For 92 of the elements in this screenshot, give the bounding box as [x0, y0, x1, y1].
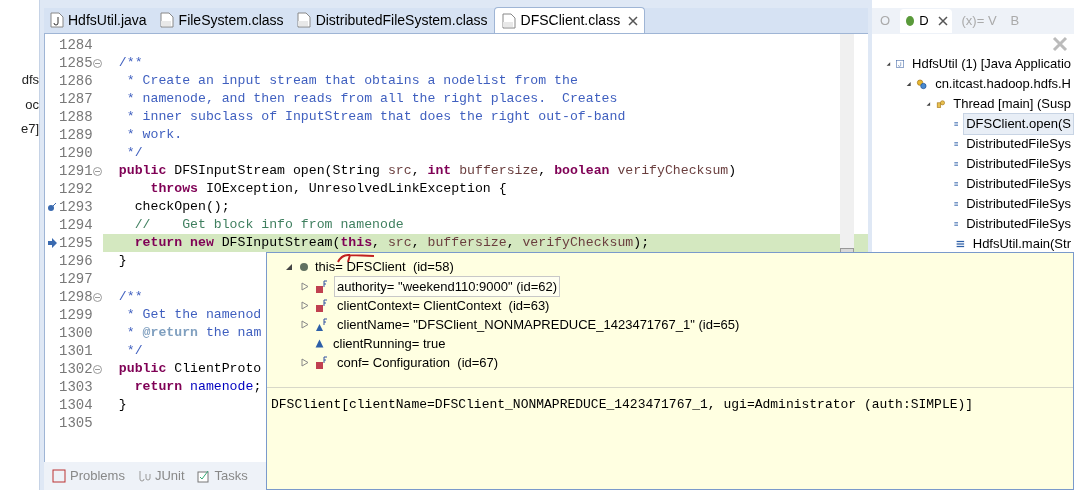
- debug-tree-item[interactable]: DistributedFileSys: [963, 153, 1074, 175]
- class-file-icon: [158, 12, 175, 28]
- object-dot-icon: [299, 262, 309, 272]
- code-line: public ClientProto: [117, 360, 262, 378]
- annotation-arrow: [336, 252, 376, 264]
- line-number: 1298: [59, 288, 93, 306]
- line-number: 1303: [59, 378, 93, 396]
- variable-item[interactable]: authority= "weekend110:9000" (id=62): [334, 275, 561, 298]
- fold-icon[interactable]: [93, 292, 102, 302]
- editor-tab[interactable]: HdfsUtil.java: [44, 7, 153, 33]
- close-icon[interactable]: [628, 15, 639, 26]
- java-file-icon: [50, 12, 64, 28]
- code-line: /**: [117, 54, 143, 72]
- line-number: 1300: [59, 324, 93, 342]
- line-number: 1302: [59, 360, 93, 378]
- package-final-field-icon: [315, 317, 328, 332]
- code-line: return namenode;: [133, 378, 262, 396]
- line-number: 1297: [59, 270, 93, 288]
- junit-icon: [136, 469, 151, 483]
- stack-frame-icon: [956, 238, 965, 250]
- code-line: }: [117, 396, 127, 414]
- code-line: throws IOException, UnresolvedLinkException {: [149, 180, 507, 198]
- tasks-icon: [196, 469, 211, 483]
- fold-icon[interactable]: [93, 58, 102, 68]
- line-number: 1292: [59, 180, 93, 198]
- package-field-icon: [315, 339, 324, 348]
- editor-tab[interactable]: DFSClient.class: [493, 7, 646, 33]
- private-final-field-icon: [315, 298, 328, 313]
- expanded-triangle-icon[interactable]: [886, 60, 891, 68]
- view-tab[interactable]: D: [900, 9, 952, 33]
- code-line: * Create an input stream that obtains a nodelist from the: [125, 72, 578, 90]
- class-file-icon: [500, 12, 517, 29]
- code-line: * @return the nam: [125, 324, 262, 342]
- line-number: 1293: [59, 198, 93, 216]
- collapsed-triangle-icon[interactable]: [301, 358, 309, 367]
- fold-icon[interactable]: [93, 166, 102, 176]
- line-number: 1284: [59, 36, 93, 54]
- private-final-field-icon: [315, 279, 328, 294]
- debug-tree-item[interactable]: HdfsUtil.main(Str: [969, 233, 1074, 255]
- collapsed-triangle-icon[interactable]: [301, 301, 309, 310]
- line-number: 1295: [59, 234, 93, 252]
- editor-tab[interactable]: DistributedFileSystem.class: [289, 7, 494, 33]
- variable-item[interactable]: this= DFSClient (id=58): [315, 257, 454, 277]
- code-line: * inner subclass of InputStream that does the right out-of-band: [125, 108, 626, 126]
- line-number: 1291: [59, 162, 93, 180]
- code-line: // Get block info from namenode: [133, 216, 404, 234]
- line-number: 1305: [59, 414, 93, 432]
- code-line: */: [125, 144, 143, 162]
- line-number: 1289: [59, 126, 93, 144]
- code-line: /**: [117, 288, 143, 306]
- private-final-field-icon: [315, 355, 328, 370]
- detail-text: DFSClient[clientName=DFSClient_NONMAPREDUCE_1423471767_1, ugi=Administrator (auth:SIMPLE)]: [271, 397, 974, 412]
- debug-tree-item[interactable]: HdfsUtil (1) [Java Applicatio: [909, 53, 1074, 75]
- line-number: 1287: [59, 90, 93, 108]
- code-line: public DFSInputStream open(String src, int buffersize, boolean verifyChecksum): [117, 162, 737, 180]
- close-icon[interactable]: [937, 16, 948, 26]
- fold-icon[interactable]: [93, 364, 102, 374]
- line-number: 1304: [59, 396, 93, 414]
- expanded-triangle-icon[interactable]: [285, 263, 293, 271]
- debug-tree-item[interactable]: DistributedFileSys: [963, 133, 1074, 155]
- debug-tree-item[interactable]: DistributedFileSys: [963, 173, 1074, 195]
- collapsed-triangle-icon[interactable]: [301, 320, 309, 329]
- code-line: * Get the namenod: [125, 306, 262, 324]
- java-app-icon: [895, 57, 905, 71]
- line-number: 1285: [59, 54, 93, 72]
- debug-tree-item[interactable]: Thread [main] (Susp: [950, 93, 1074, 115]
- explorer-item[interactable]: dfs: [21, 70, 39, 90]
- code-line: * namenode, and then reads from all the right places. Creates: [125, 90, 618, 108]
- class-file-icon: [295, 12, 312, 28]
- line-number: 1294: [59, 216, 93, 234]
- line-number: 1286: [59, 72, 93, 90]
- debug-tree-item[interactable]: cn.itcast.hadoop.hdfs.H: [932, 73, 1074, 95]
- line-number: 1301: [59, 342, 93, 360]
- expanded-triangle-icon[interactable]: [926, 100, 931, 108]
- explorer-item[interactable]: e7]: [20, 119, 39, 139]
- debug-tree-item[interactable]: DistributedFileSys: [963, 193, 1074, 215]
- collapsed-triangle-icon[interactable]: [301, 282, 309, 291]
- line-number: 1299: [59, 306, 93, 324]
- editor-tab[interactable]: FileSystem.class: [152, 7, 290, 33]
- code-line: }: [117, 252, 127, 270]
- explorer-item[interactable]: oc: [25, 94, 39, 114]
- code-line: * work.: [125, 126, 183, 144]
- line-number: 1290: [59, 144, 93, 162]
- debug-tree-item[interactable]: DFSClient.open(S: [963, 113, 1074, 135]
- expanded-triangle-icon[interactable]: [906, 80, 912, 88]
- problems-icon: [52, 469, 66, 483]
- line-number: 1288: [59, 108, 93, 126]
- line-number: 1296: [59, 252, 93, 270]
- debug-tree-item[interactable]: DistributedFileSys: [963, 213, 1074, 235]
- gears-icon: [916, 76, 928, 92]
- code-line: checkOpen();: [133, 198, 230, 216]
- code-line: */: [125, 342, 143, 360]
